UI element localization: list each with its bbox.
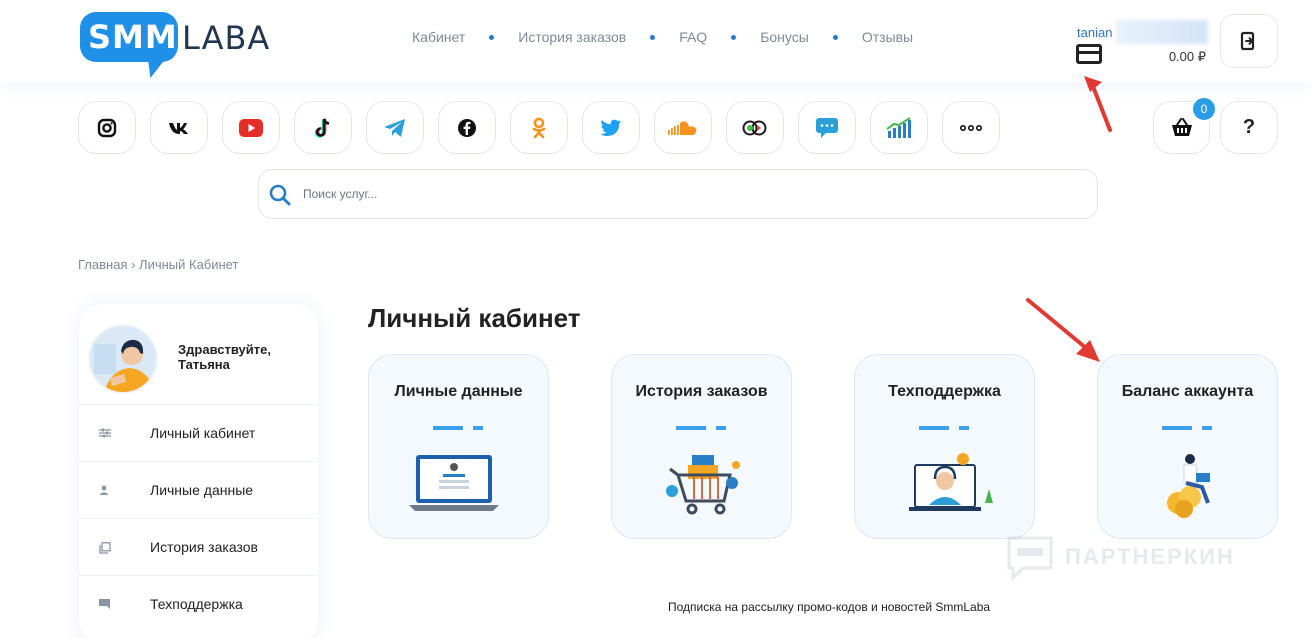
newsletter-subscribe-text: Подписка на рассылку промо-кодов и новос… — [668, 600, 991, 614]
avatar — [88, 324, 158, 394]
nav-separator — [731, 34, 737, 40]
basket-icon — [1171, 117, 1192, 136]
logo-text-smm: SMM — [88, 18, 178, 56]
nav-faq[interactable]: FAQ — [679, 29, 707, 45]
support-agent-icon — [909, 453, 993, 511]
logout-icon — [1240, 31, 1255, 51]
sidebar-menu: Личный кабинет Личные данные История зак… — [79, 404, 318, 632]
shopping-cart-icon — [666, 455, 740, 515]
coins-user-icon — [1167, 454, 1210, 518]
soundcloud-icon[interactable] — [654, 101, 712, 154]
tile-personal-data[interactable]: Личные данные — [368, 354, 549, 539]
sidebar-item-label: Личный кабинет — [150, 425, 256, 441]
logout-button[interactable] — [1220, 14, 1278, 68]
vk-icon[interactable] — [150, 101, 208, 154]
copy-icon — [99, 542, 111, 554]
user-icon — [99, 485, 109, 495]
laptop-profile-icon — [409, 455, 499, 511]
nav-order-history[interactable]: История заказов — [518, 29, 626, 45]
logo-text-laba: LABA — [182, 19, 271, 57]
tile-divider — [433, 426, 487, 430]
search-input[interactable] — [303, 183, 1003, 205]
sidebar-item-label: Техподдержка — [150, 596, 243, 612]
annotation-arrow-balance — [1026, 298, 1100, 362]
tile-title: История заказов — [635, 383, 768, 400]
annotation-arrow-card — [1084, 76, 1112, 132]
tile-order-history[interactable]: История заказов — [611, 354, 792, 539]
sidebar-item-label: Личные данные — [150, 482, 254, 498]
tile-divider — [1162, 426, 1216, 430]
sidebar-item-support[interactable]: Техподдержка — [79, 575, 318, 632]
tile-title: Личные данные — [394, 383, 523, 400]
user-name[interactable]: tanian — [1077, 25, 1112, 40]
social-network-row — [78, 101, 1014, 154]
help-button[interactable]: ? — [1220, 101, 1278, 154]
chat-icon[interactable] — [798, 101, 856, 154]
telegram-icon[interactable] — [366, 101, 424, 154]
tile-account-balance[interactable]: Баланс аккаунта — [1097, 354, 1278, 539]
cart-count-badge: 0 — [1191, 96, 1217, 122]
watermark-text: ПАРТНЕРКИН — [1065, 544, 1235, 569]
avatar-illustration — [90, 326, 156, 392]
instagram-icon[interactable] — [78, 101, 136, 154]
tiktok-icon[interactable] — [294, 101, 352, 154]
logo[interactable]: SMM LABA — [80, 12, 280, 82]
greeting-text: Здравствуйте, Татьяна — [178, 342, 271, 372]
tile-title: Техподдержка — [888, 383, 1001, 400]
search-bar — [258, 169, 1098, 219]
youtube-icon[interactable] — [222, 101, 280, 154]
twitter-icon[interactable] — [582, 101, 640, 154]
account-balance: 0.00 ₽ — [1168, 49, 1206, 64]
nav-separator — [489, 34, 495, 40]
tile-divider — [919, 426, 973, 430]
likee-icon[interactable] — [726, 101, 784, 154]
search-icon[interactable] — [267, 182, 293, 208]
watermark: ПАРТНЕРКИН — [1005, 532, 1235, 582]
nav-separator — [832, 34, 838, 40]
watermark-logo-icon — [1007, 536, 1053, 582]
nav-separator — [650, 34, 656, 40]
sliders-icon — [99, 428, 111, 438]
main-nav: Кабинет История заказов FAQ Бонусы Отзыв… — [412, 29, 913, 45]
more-icon[interactable] — [942, 101, 1000, 154]
blurred-username — [1116, 20, 1208, 44]
page-title: Личный кабинет — [368, 303, 581, 333]
sidebar-item-cabinet[interactable]: Личный кабинет — [79, 404, 318, 461]
odnoklassniki-icon[interactable] — [510, 101, 568, 154]
chat-icon — [99, 599, 110, 609]
tile-title: Баланс аккаунта — [1121, 383, 1254, 400]
breadcrumb[interactable]: Главная › Личный Кабинет — [78, 257, 238, 272]
nav-cabinet[interactable]: Кабинет — [412, 29, 465, 45]
sidebar-item-label: История заказов — [150, 539, 258, 555]
chart-icon[interactable] — [870, 101, 928, 154]
nav-bonuses[interactable]: Бонусы — [760, 29, 809, 45]
tile-divider — [676, 426, 730, 430]
sidebar-item-personal-data[interactable]: Личные данные — [79, 461, 318, 518]
facebook-icon[interactable] — [438, 101, 496, 154]
sidebar: Здравствуйте, Татьяна Личный кабинет Лич… — [79, 304, 318, 638]
nav-reviews[interactable]: Отзывы — [862, 29, 913, 45]
sidebar-item-order-history[interactable]: История заказов — [79, 518, 318, 575]
tile-support[interactable]: Техподдержка — [854, 354, 1035, 539]
